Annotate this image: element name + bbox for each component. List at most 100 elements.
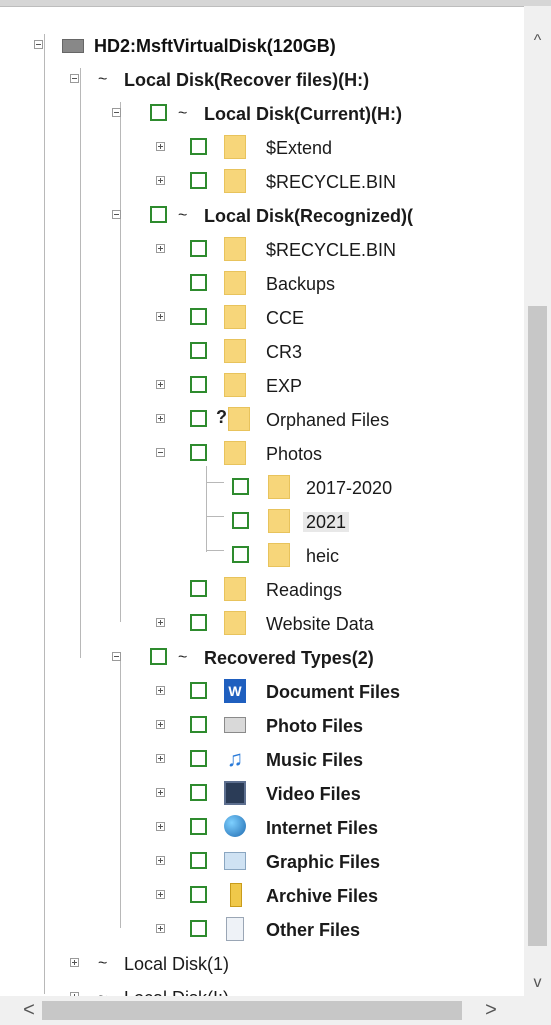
node-label: Music Files xyxy=(266,750,364,770)
checkbox[interactable] xyxy=(190,682,207,699)
checkbox[interactable] xyxy=(232,512,249,529)
tree-node-internet-files[interactable]: Internet Files xyxy=(0,810,524,844)
vertical-scrollbar[interactable]: ^ v xyxy=(524,6,551,996)
expand-toggle[interactable] xyxy=(156,856,165,865)
tree-node-cce[interactable]: CCE xyxy=(0,300,524,334)
tree-node-recovered-types[interactable]: ~ Recovered Types(2) xyxy=(0,640,524,674)
checkbox[interactable] xyxy=(190,444,207,461)
expand-toggle[interactable] xyxy=(156,142,165,151)
checkbox[interactable] xyxy=(190,410,207,427)
expand-toggle[interactable] xyxy=(156,414,165,423)
expand-toggle[interactable] xyxy=(156,618,165,627)
tree-node-music-files[interactable]: ♫ Music Files xyxy=(0,742,524,776)
collapse-toggle[interactable] xyxy=(112,210,121,219)
tree-node-local-disk-i[interactable]: ~ Local Disk(I:) xyxy=(0,980,524,996)
expand-toggle[interactable] xyxy=(156,788,165,797)
expand-toggle[interactable] xyxy=(156,822,165,831)
checkbox[interactable] xyxy=(190,138,207,155)
tree-node-other-files[interactable]: Other Files xyxy=(0,912,524,946)
checkbox[interactable] xyxy=(190,750,207,767)
expand-toggle[interactable] xyxy=(156,176,165,185)
checkbox[interactable] xyxy=(190,818,207,835)
horizontal-scroll-thumb[interactable] xyxy=(42,1001,462,1020)
collapse-toggle[interactable] xyxy=(112,652,121,661)
checkbox[interactable] xyxy=(190,716,207,733)
checkbox[interactable] xyxy=(232,546,249,563)
scroll-right-arrow-icon[interactable]: > xyxy=(476,996,506,1025)
tree-node-orphaned-files[interactable]: ? Orphaned Files xyxy=(0,402,524,436)
scroll-up-arrow-icon[interactable]: ^ xyxy=(524,28,551,54)
vertical-scroll-thumb[interactable] xyxy=(528,306,547,946)
checkbox[interactable] xyxy=(190,376,207,393)
tree-node-backups[interactable]: Backups xyxy=(0,266,524,300)
checkbox[interactable] xyxy=(150,206,167,223)
expand-toggle[interactable] xyxy=(156,720,165,729)
tree-node-root-disk[interactable]: HD2:MsftVirtualDisk(120GB) xyxy=(0,28,524,62)
node-label: CCE xyxy=(266,308,305,328)
checkbox[interactable] xyxy=(190,308,207,325)
collapse-toggle[interactable] xyxy=(70,74,79,83)
tree-node-recycle-bin[interactable]: $RECYCLE.BIN xyxy=(0,164,524,198)
tree-node-document-files[interactable]: W Document Files xyxy=(0,674,524,708)
checkbox[interactable] xyxy=(190,274,207,291)
checkbox[interactable] xyxy=(150,648,167,665)
partition-icon: ~ xyxy=(98,71,108,88)
tree-node-heic[interactable]: heic xyxy=(0,538,524,572)
scroll-left-arrow-icon[interactable]: < xyxy=(14,996,44,1025)
tree-node-local-disk-1[interactable]: ~ Local Disk(1) xyxy=(0,946,524,980)
checkbox[interactable] xyxy=(190,886,207,903)
node-label: $RECYCLE.BIN xyxy=(266,172,397,192)
expand-toggle[interactable] xyxy=(156,380,165,389)
tree-node-photos[interactable]: Photos xyxy=(0,436,524,470)
tree-node-graphic-files[interactable]: Graphic Files xyxy=(0,844,524,878)
node-label: HD2:MsftVirtualDisk(120GB) xyxy=(94,36,336,56)
checkbox[interactable] xyxy=(190,852,207,869)
node-label: Local Disk(1) xyxy=(124,954,230,974)
tree-node-photo-files[interactable]: Photo Files xyxy=(0,708,524,742)
folder-icon xyxy=(228,407,250,431)
checkbox[interactable] xyxy=(190,240,207,257)
node-label: CR3 xyxy=(266,342,303,362)
checkbox[interactable] xyxy=(190,172,207,189)
checkbox[interactable] xyxy=(190,342,207,359)
tree-node-2017-2020[interactable]: 2017-2020 xyxy=(0,470,524,504)
word-document-icon: W xyxy=(224,679,246,703)
checkbox[interactable] xyxy=(190,920,207,937)
tree-node-archive-files[interactable]: Archive Files xyxy=(0,878,524,912)
expand-toggle[interactable] xyxy=(70,958,79,967)
horizontal-scrollbar[interactable]: < > xyxy=(0,996,551,1025)
tree-node-readings[interactable]: Readings xyxy=(0,572,524,606)
checkbox[interactable] xyxy=(232,478,249,495)
expand-toggle[interactable] xyxy=(156,244,165,253)
tree-node-video-files[interactable]: Video Files xyxy=(0,776,524,810)
expand-toggle[interactable] xyxy=(156,754,165,763)
tree-node-current[interactable]: ~ Local Disk(Current)(H:) xyxy=(0,96,524,130)
tree-view[interactable]: HD2:MsftVirtualDisk(120GB) ~ Local Disk(… xyxy=(0,6,524,996)
collapse-toggle[interactable] xyxy=(112,108,121,117)
tree-node-2021[interactable]: 2021 xyxy=(0,504,524,538)
checkbox[interactable] xyxy=(190,614,207,631)
checkbox[interactable] xyxy=(190,580,207,597)
collapse-toggle[interactable] xyxy=(34,40,43,49)
expand-toggle[interactable] xyxy=(156,312,165,321)
tree-node-cr3[interactable]: CR3 xyxy=(0,334,524,368)
tree-node-exp[interactable]: EXP xyxy=(0,368,524,402)
expand-toggle[interactable] xyxy=(156,686,165,695)
folder-icon xyxy=(224,271,246,295)
expand-toggle[interactable] xyxy=(156,924,165,933)
node-label-selected: 2021 xyxy=(303,512,350,532)
tree-node-recover-files[interactable]: ~ Local Disk(Recover files)(H:) xyxy=(0,62,524,96)
folder-icon xyxy=(224,135,246,159)
generic-file-icon xyxy=(226,917,244,941)
partition-icon: ~ xyxy=(178,105,188,122)
scroll-down-arrow-icon[interactable]: v xyxy=(524,970,551,996)
tree-node-website-data[interactable]: Website Data xyxy=(0,606,524,640)
expand-toggle[interactable] xyxy=(156,890,165,899)
checkbox[interactable] xyxy=(150,104,167,121)
tree-node-extend[interactable]: $Extend xyxy=(0,130,524,164)
tree-node-recycle-bin-2[interactable]: $RECYCLE.BIN xyxy=(0,232,524,266)
tree-node-recognized[interactable]: ~ Local Disk(Recognized)( xyxy=(0,198,524,232)
node-label: Local Disk(Recover files)(H:) xyxy=(124,70,370,90)
checkbox[interactable] xyxy=(190,784,207,801)
collapse-toggle[interactable] xyxy=(156,448,165,457)
